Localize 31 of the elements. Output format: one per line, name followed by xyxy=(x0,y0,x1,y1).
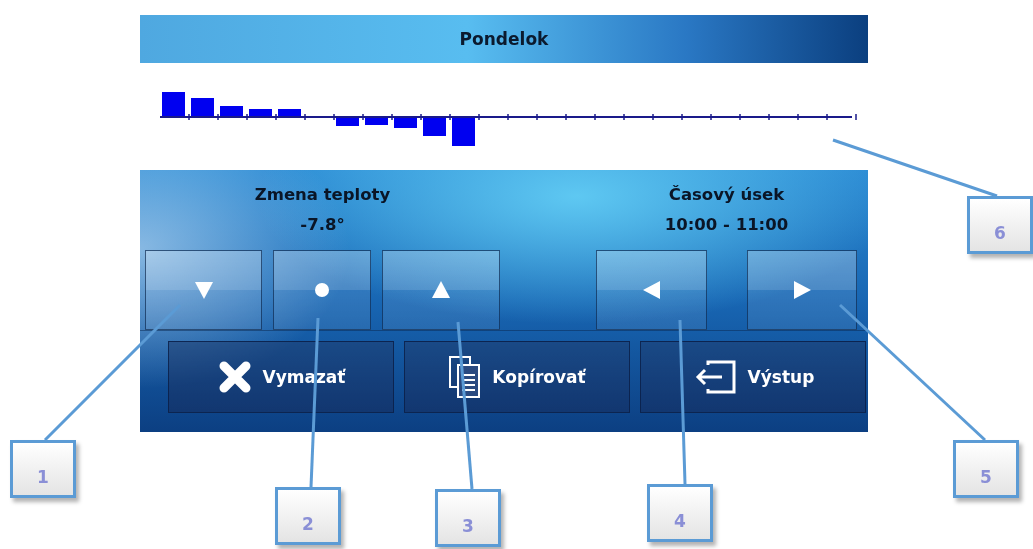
next-button[interactable] xyxy=(747,250,857,330)
chart-bar xyxy=(365,117,388,125)
chart-bar xyxy=(394,117,417,128)
previous-button[interactable] xyxy=(596,250,707,330)
delete-button[interactable]: Vymazať xyxy=(168,341,394,413)
chart-bar xyxy=(278,109,301,117)
copy-button[interactable]: Kopírovať xyxy=(404,341,630,413)
chart-bar xyxy=(452,117,475,146)
screen-title: Pondelok xyxy=(140,15,868,63)
callout-number: 2 xyxy=(275,487,341,545)
callout-number: 5 xyxy=(953,440,1019,498)
callout-number: 4 xyxy=(647,484,713,542)
next-icon xyxy=(791,279,813,301)
temperature-label: Zmena teploty xyxy=(254,184,391,206)
reset-button[interactable] xyxy=(273,250,371,330)
callout-number: 6 xyxy=(967,196,1033,254)
chart-bar xyxy=(162,92,185,117)
chart-bar xyxy=(220,106,243,117)
time-slot-label: Časový úsek xyxy=(668,184,785,206)
exit-button[interactable]: Výstup xyxy=(640,341,866,413)
decrease-icon xyxy=(192,279,215,301)
chart-bar xyxy=(336,117,359,126)
temperature-value: -7.8° xyxy=(300,214,345,236)
increase-button[interactable] xyxy=(382,250,500,330)
increase-icon xyxy=(430,279,452,301)
copy-icon xyxy=(448,355,483,399)
time-slot-value: 10:00 - 11:00 xyxy=(664,214,789,236)
callout-number: 1 xyxy=(10,440,76,498)
decrease-button[interactable] xyxy=(145,250,262,330)
callout-number: 3 xyxy=(435,489,501,547)
chart-bar xyxy=(249,109,272,117)
